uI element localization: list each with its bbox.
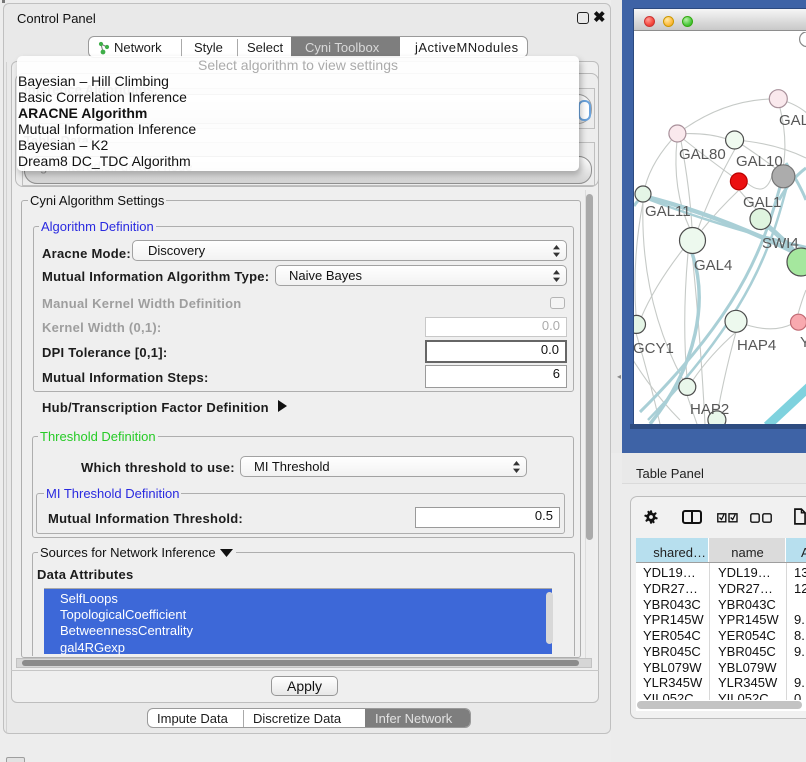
svg-text:GAL4: GAL4	[694, 257, 732, 274]
svg-text:HAP4: HAP4	[737, 337, 776, 354]
svg-text:HAP2: HAP2	[690, 401, 729, 418]
svg-text:GAL11: GAL11	[645, 203, 691, 220]
svg-text:GAL: GAL	[779, 112, 806, 129]
svg-text:GCY1: GCY1	[634, 340, 674, 357]
svg-text:GAL1: GAL1	[743, 194, 781, 211]
svg-text:Y: Y	[800, 334, 806, 351]
svg-text:GAL10: GAL10	[736, 153, 783, 170]
svg-text:SWI4: SWI4	[762, 235, 799, 252]
svg-text:GAL80: GAL80	[679, 146, 726, 163]
